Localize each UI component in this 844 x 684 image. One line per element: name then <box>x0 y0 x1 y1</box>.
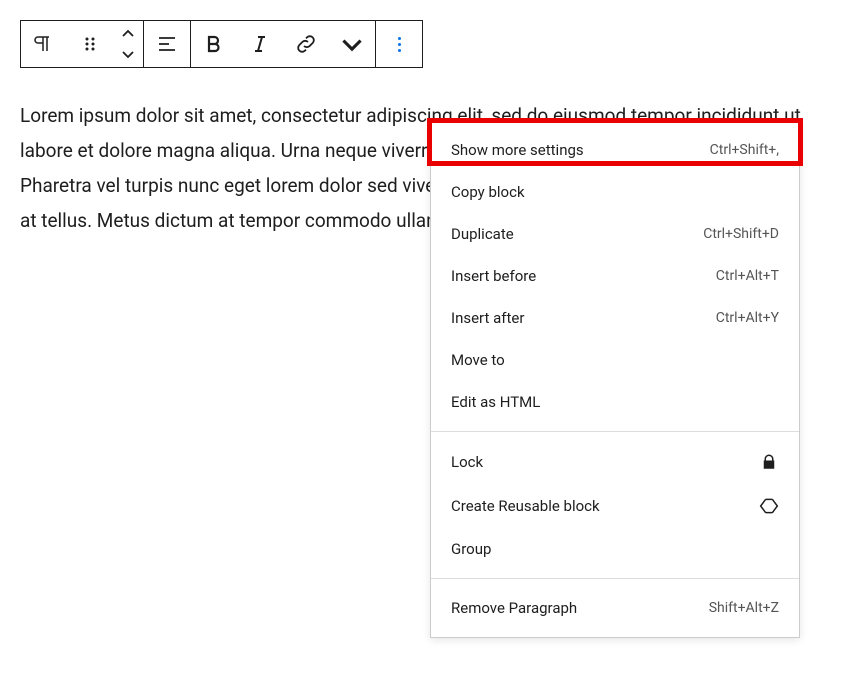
drag-handle-icon[interactable] <box>67 21 113 67</box>
menu-item-label: Insert before <box>451 267 716 285</box>
menu-section-1: Show more settings Ctrl+Shift+, Copy blo… <box>431 121 799 432</box>
menu-item-label: Remove Paragraph <box>451 599 709 617</box>
menu-item-shortcut: Shift+Alt+Z <box>709 600 779 616</box>
toolbar-group-options <box>376 21 422 67</box>
menu-section-3: Remove Paragraph Shift+Alt+Z <box>431 579 799 637</box>
menu-group[interactable]: Group <box>431 528 799 570</box>
menu-edit-as-html[interactable]: Edit as HTML <box>431 381 799 423</box>
more-options-button[interactable] <box>376 21 422 67</box>
toolbar-group-block <box>21 21 144 67</box>
block-toolbar <box>20 20 423 68</box>
move-down-button[interactable] <box>113 44 143 64</box>
menu-duplicate[interactable]: Duplicate Ctrl+Shift+D <box>431 213 799 255</box>
move-buttons <box>113 21 143 67</box>
menu-show-more-settings[interactable]: Show more settings Ctrl+Shift+, <box>431 129 799 171</box>
menu-item-label: Create Reusable block <box>451 497 759 515</box>
toolbar-group-align <box>144 21 191 67</box>
align-button[interactable] <box>144 21 190 67</box>
bold-button[interactable] <box>191 21 237 67</box>
lock-icon <box>759 452 779 472</box>
link-button[interactable] <box>283 21 329 67</box>
menu-item-label: Copy block <box>451 183 779 201</box>
italic-button[interactable] <box>237 21 283 67</box>
menu-insert-after[interactable]: Insert after Ctrl+Alt+Y <box>431 297 799 339</box>
paragraph-block-icon[interactable] <box>21 21 67 67</box>
vertical-dots-icon <box>398 37 401 52</box>
menu-remove-paragraph[interactable]: Remove Paragraph Shift+Alt+Z <box>431 587 799 629</box>
menu-item-label: Show more settings <box>451 141 710 159</box>
toolbar-group-format <box>191 21 376 67</box>
menu-insert-before[interactable]: Insert before Ctrl+Alt+T <box>431 255 799 297</box>
menu-section-2: Lock Create Reusable block Group <box>431 432 799 579</box>
block-options-menu: Show more settings Ctrl+Shift+, Copy blo… <box>430 120 800 638</box>
menu-item-shortcut: Ctrl+Shift+, <box>710 142 779 158</box>
menu-item-shortcut: Ctrl+Alt+Y <box>716 310 779 326</box>
menu-item-label: Duplicate <box>451 225 703 243</box>
menu-item-label: Edit as HTML <box>451 393 779 411</box>
menu-move-to[interactable]: Move to <box>431 339 799 381</box>
menu-item-label: Move to <box>451 351 779 369</box>
menu-create-reusable[interactable]: Create Reusable block <box>431 484 799 528</box>
menu-item-label: Insert after <box>451 309 716 327</box>
more-format-button[interactable] <box>329 21 375 67</box>
menu-copy-block[interactable]: Copy block <box>431 171 799 213</box>
menu-item-shortcut: Ctrl+Shift+D <box>703 226 779 242</box>
menu-item-label: Lock <box>451 453 759 471</box>
menu-item-label: Group <box>451 540 779 558</box>
move-up-button[interactable] <box>113 24 143 44</box>
menu-lock[interactable]: Lock <box>431 440 799 484</box>
menu-item-shortcut: Ctrl+Alt+T <box>716 268 779 284</box>
diamond-icon <box>759 496 779 516</box>
